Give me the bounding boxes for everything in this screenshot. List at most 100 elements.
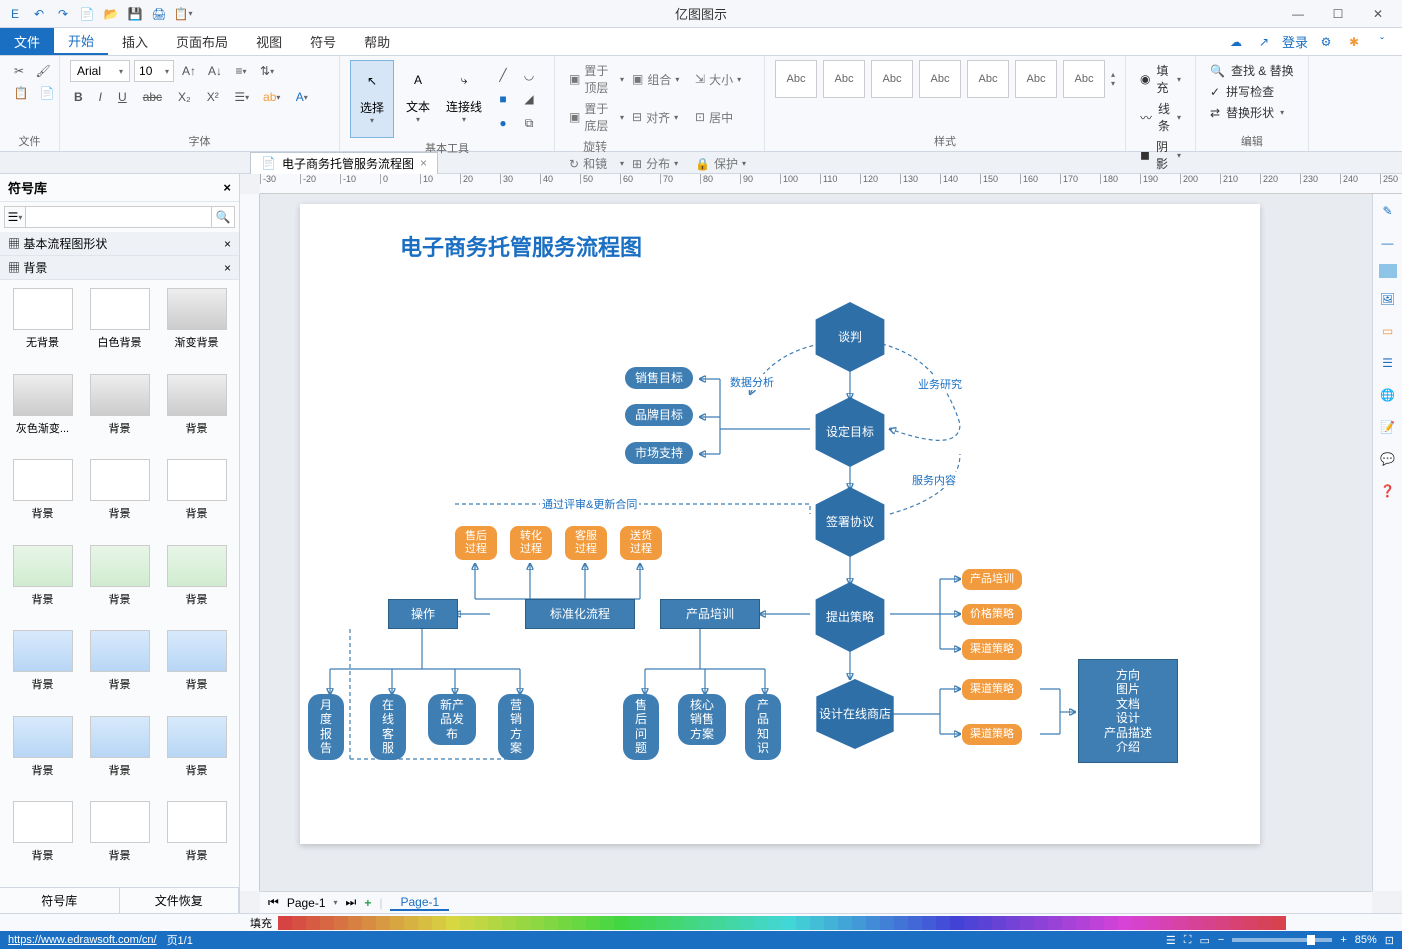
style-preset-3[interactable]: Abc [871,60,913,98]
minimize-button[interactable]: — [1278,0,1318,28]
color-swatch[interactable] [670,916,684,930]
color-swatch[interactable] [530,916,544,930]
pen-tool-icon[interactable]: ✎ [1377,200,1399,222]
style-preset-2[interactable]: Abc [823,60,865,98]
font-name-combo[interactable]: Arial▾ [70,60,130,82]
footer-tab-shapes[interactable]: 符号库 [0,888,120,913]
color-swatch[interactable] [740,916,754,930]
center-button[interactable]: ⊡ 居中 [691,98,754,136]
note-icon[interactable]: ▭ [1377,320,1399,342]
color-swatch[interactable] [1160,916,1174,930]
color-swatch[interactable] [488,916,502,930]
highlight-icon[interactable]: ab▾ [261,86,283,108]
share-icon[interactable]: ↗ [1254,32,1274,52]
node-channel-strategy2[interactable]: 渠道策略 [962,679,1022,700]
node-convert-proc[interactable]: 转化过程 [510,526,552,560]
color-swatch[interactable] [1258,916,1272,930]
new-file-icon[interactable]: 📄 [76,3,98,25]
color-swatch[interactable] [376,916,390,930]
node-marketing-plan[interactable]: 营销方案 [498,694,534,760]
style-preset-5[interactable]: Abc [967,60,1009,98]
tab-help[interactable]: 帮助 [350,28,404,55]
font-size-combo[interactable]: 10▾ [134,60,174,82]
node-std-process[interactable]: 标准化流程 [525,599,635,629]
shape-item[interactable]: 渐变背景 [162,288,231,366]
color-swatch[interactable] [628,916,642,930]
color-swatch[interactable] [922,916,936,930]
color-swatch[interactable] [1062,916,1076,930]
zoom-out-button[interactable]: − [1218,934,1224,946]
outline-icon[interactable]: ☰ [1377,352,1399,374]
scroll-down-icon[interactable]: ▾ [1111,79,1115,88]
color-swatch[interactable] [1020,916,1034,930]
doc-tab-active[interactable]: 📄 电子商务托管服务流程图 × [250,152,438,174]
color-swatch[interactable] [726,916,740,930]
tab-file[interactable]: 文件 [0,28,54,55]
save-icon[interactable]: 💾 [124,3,146,25]
node-sign[interactable]: 签署协议 [810,487,890,557]
shape-item[interactable]: 背景 [8,545,77,623]
close-tab-icon[interactable]: × [420,156,427,170]
color-swatch[interactable] [908,916,922,930]
select-tool[interactable]: ↖选择▾ [350,60,394,138]
node-service-proc[interactable]: 客服过程 [565,526,607,560]
color-swatch[interactable] [1272,916,1286,930]
shape-item[interactable]: 背景 [85,801,154,879]
replace-shape-button[interactable]: ⇄ 替换形状 ▾ [1206,102,1298,123]
color-swatch[interactable] [1118,916,1132,930]
close-button[interactable]: ✕ [1358,0,1398,28]
bold-button[interactable]: B [70,88,87,106]
bring-front-button[interactable]: ▣ 置于顶层 ▾ [565,60,628,98]
app-icon[interactable]: ✱ [1344,32,1364,52]
zoom-slider[interactable] [1232,938,1332,942]
crop-tool-icon[interactable]: ⧉ [518,112,540,134]
style-preset-1[interactable]: Abc [775,60,817,98]
node-aftersale-q[interactable]: 售后问题 [623,694,659,760]
node-design-store[interactable]: 设计在线商店 [810,679,900,749]
color-swatch[interactable] [334,916,348,930]
chart-title[interactable]: 电子商务托管服务流程图 [400,230,642,262]
share-cloud-icon[interactable]: ☁ [1226,32,1246,52]
shape-item[interactable]: 背景 [162,374,231,452]
page[interactable]: 电子商务托管服务流程图 [300,204,1260,844]
ellipse-tool-icon[interactable]: ● [492,112,514,134]
page-tab-1[interactable]: Page-1 [390,895,449,911]
library-header-1[interactable]: ▦ 基本流程图形状 × [0,232,239,256]
collapse-ribbon-icon[interactable]: ˇ [1372,32,1392,52]
shape-item[interactable]: 背景 [8,630,77,708]
fill-button[interactable]: ◉ 填充 ▾ [1136,60,1185,98]
page-dropdown-icon[interactable]: ▾ [334,898,338,907]
color-swatch[interactable] [1034,916,1048,930]
color-swatch[interactable] [796,916,810,930]
shape-item[interactable]: 白色背景 [85,288,154,366]
style-preset-4[interactable]: Abc [919,60,961,98]
color-swatch[interactable] [964,916,978,930]
shape-item[interactable]: 无背景 [8,288,77,366]
color-swatch[interactable] [1104,916,1118,930]
node-big-box[interactable]: 方向 图片 文档 设计 产品描述 介绍 [1078,659,1178,763]
node-delivery-proc[interactable]: 送货过程 [620,526,662,560]
color-swatch[interactable] [810,916,824,930]
color-swatch[interactable] [642,916,656,930]
line-spacing-icon[interactable]: ⇅▾ [256,60,278,82]
node-sales-target[interactable]: 销售目标 [625,367,693,389]
color-swatch[interactable] [544,916,558,930]
help-icon[interactable]: ❓ [1377,480,1399,502]
edit-icon[interactable]: 📝 [1377,416,1399,438]
color-swatch[interactable] [838,916,852,930]
color-swatch[interactable] [1076,916,1090,930]
shape-item[interactable]: 背景 [162,630,231,708]
shape-item[interactable]: 背景 [85,459,154,537]
color-swatch[interactable] [446,916,460,930]
color-swatch[interactable] [432,916,446,930]
color-swatch[interactable] [1216,916,1230,930]
library-header-2[interactable]: ▦ 背景 × [0,256,239,280]
open-file-icon[interactable]: 📂 [100,3,122,25]
swatch-icon[interactable] [1379,264,1397,278]
shape-item[interactable]: 背景 [85,630,154,708]
node-channel-strategy[interactable]: 渠道策略 [962,639,1022,660]
canvas[interactable]: 电子商务托管服务流程图 [260,194,1372,891]
color-swatch[interactable] [754,916,768,930]
shape-item[interactable]: 背景 [8,716,77,794]
lib-menu-icon[interactable]: ☰▾ [4,206,25,228]
